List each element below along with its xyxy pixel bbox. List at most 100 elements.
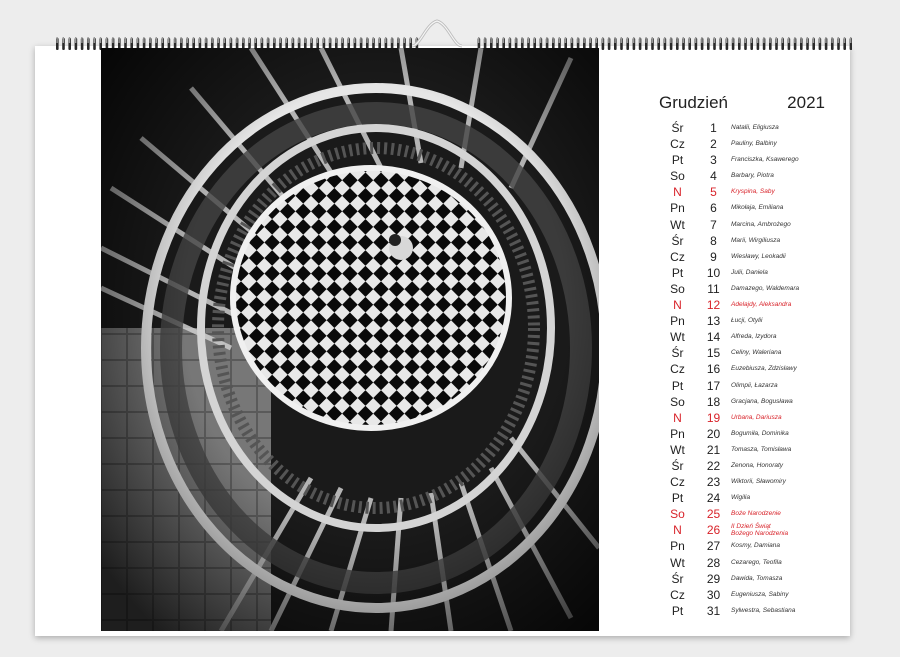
weekday-label: Pn	[670, 314, 685, 329]
weekday-label: Śr	[671, 458, 684, 473]
day-number: 24	[706, 491, 721, 506]
name-day-text: Euzebiusza, Zdzisławy	[731, 365, 797, 373]
day-row: N 12 Adelajdy, Aleksandra	[655, 297, 855, 313]
name-day-label: Mikołaja, Emiliana	[731, 200, 783, 216]
name-day-label: Pauliny, Balbiny	[731, 136, 777, 152]
day-row: N 5 Kryspina, Saby	[655, 184, 855, 200]
day-number: 4	[710, 169, 717, 184]
day-row: Śr 29 Dawida, Tomasza	[655, 571, 855, 587]
day-row: Śr 15 Celiny, Waleriana	[655, 345, 855, 361]
day-number: 13	[706, 314, 721, 329]
weekday-label: Cz	[670, 475, 685, 490]
day-row: So 4 Barbary, Piotra	[655, 168, 855, 184]
name-day-label: Wiesławy, Leokadii	[731, 249, 786, 265]
name-day-text: Cezarego, Teofila	[731, 558, 782, 566]
day-number: 26	[706, 523, 721, 538]
weekday-label: So	[670, 169, 685, 184]
day-number: 19	[706, 410, 721, 425]
name-day-text: Gracjana, Bogusława	[731, 397, 793, 405]
name-day-text: Eugeniusza, Sabiny	[731, 590, 789, 598]
day-number: 16	[706, 362, 721, 377]
weekday-label: So	[670, 507, 685, 522]
name-day-text: Celiny, Waleriana	[731, 349, 782, 357]
day-number: 7	[710, 217, 717, 232]
weekday-label: So	[670, 394, 685, 409]
name-day-label: Adelajdy, Aleksandra	[731, 297, 791, 313]
day-number: 2	[710, 137, 717, 152]
name-day-text: Boże Narodzenie	[731, 510, 781, 518]
name-day-text: Wiesławy, Leokadii	[731, 252, 786, 260]
name-day-label: Boże Narodzenie	[731, 506, 781, 522]
name-day-text: Zenona, Honoraty	[731, 461, 784, 469]
name-day-text: Sylwestra, Sebastiana	[731, 606, 796, 614]
day-number: 8	[710, 233, 717, 248]
name-day-text: Natalii, Eligiusza	[731, 124, 779, 131]
weekday-label: So	[670, 281, 685, 296]
name-day-label: Łucji, Otylii	[731, 313, 762, 329]
name-day-text: Marcina, Ambrożego	[731, 220, 791, 228]
day-row: So 11 Damazego, Waldemara	[655, 281, 855, 297]
day-row: Pn 20 Bogumiła, Dominika	[655, 426, 855, 442]
day-number: 29	[706, 571, 721, 586]
name-day-text: Kosmy, Damiana	[731, 542, 781, 550]
weekday-label: N	[673, 185, 682, 200]
day-row: Pn 6 Mikołaja, Emiliana	[655, 200, 855, 216]
name-day-text: II Dzień Świąt	[731, 523, 771, 531]
name-day-label: Wiktorii, Sławomiry	[731, 474, 786, 490]
day-number: 30	[706, 587, 721, 602]
name-day-label: Natalii, Eligiusza	[731, 120, 779, 136]
name-day-label: Zenona, Honoraty	[731, 458, 783, 474]
day-number: 10	[706, 265, 721, 280]
year-label: 2021	[787, 93, 825, 112]
day-row: Pn 27 Kosmy, Damiana	[655, 538, 855, 554]
weekday-label: Śr	[671, 571, 684, 586]
day-row: Śr 8 Marii, Wirgiliusza	[655, 233, 855, 249]
name-day-text: Dawida, Tomasza	[731, 574, 783, 582]
day-row: N 26 II Dzień Świąt Bożego Narodzenia	[655, 522, 855, 538]
name-day-label: Sylwestra, Sebastiana	[731, 603, 795, 619]
weekday-label: Śr	[671, 233, 684, 248]
weekday-label: Wt	[670, 555, 685, 570]
name-day-text: Bogumiła, Dominika	[731, 429, 789, 437]
name-day-text: Pauliny, Balbiny	[731, 140, 777, 148]
name-day-label: Eugeniusza, Sabiny	[731, 587, 788, 603]
name-day-text: Damazego, Waldemara	[731, 284, 800, 292]
weekday-label: Pn	[670, 201, 685, 216]
weekday-label: Śr	[671, 346, 684, 361]
name-day-text: Wigilia	[731, 494, 751, 502]
day-number: 3	[710, 153, 717, 168]
day-row: Wt 21 Tomasza, Tomisława	[655, 442, 855, 458]
weekday-label: Pn	[670, 539, 685, 554]
name-day-label: Olimpii, Łazarza	[731, 378, 778, 394]
weekday-label: Śr	[671, 121, 684, 135]
day-row: Pt 3 Franciszka, Ksawerego	[655, 152, 855, 168]
name-day-label: Dawida, Tomasza	[731, 571, 782, 587]
day-number: 23	[706, 475, 721, 490]
name-day-label: Marii, Wirgiliusza	[731, 233, 780, 249]
day-number: 31	[706, 603, 721, 618]
day-number: 9	[710, 249, 717, 264]
day-row: Wt 14 Alfreda, Izydora	[655, 329, 855, 345]
name-day-text: Kryspina, Saby	[731, 188, 775, 196]
name-day-label: Barbary, Piotra	[731, 168, 774, 184]
weekday-label: N	[673, 410, 682, 425]
day-number: 20	[706, 426, 721, 441]
weekday-label: Pn	[670, 426, 685, 441]
day-row: Cz 30 Eugeniusza, Sabiny	[655, 587, 855, 603]
day-number: 21	[706, 442, 721, 457]
weekday-label: Wt	[670, 442, 685, 457]
day-row: Śr 1 Natalii, Eligiusza	[655, 120, 855, 136]
name-day-text: Olimpii, Łazarza	[731, 381, 778, 389]
name-day-label: Tomasza, Tomisława	[731, 442, 791, 458]
day-number: 12	[706, 298, 721, 313]
day-row: Pt 17 Olimpii, Łazarza	[655, 378, 855, 394]
day-number: 18	[706, 394, 721, 409]
day-number: 11	[707, 281, 720, 296]
day-row: N 19 Urbana, Dariusza	[655, 410, 855, 426]
weekday-label: N	[673, 298, 682, 313]
name-day-label: Kryspina, Saby	[731, 184, 775, 200]
day-row: Cz 2 Pauliny, Balbiny	[655, 136, 855, 152]
day-number: 5	[710, 185, 717, 200]
name-day-text: Marii, Wirgiliusza	[731, 236, 781, 244]
day-number: 27	[706, 539, 721, 554]
